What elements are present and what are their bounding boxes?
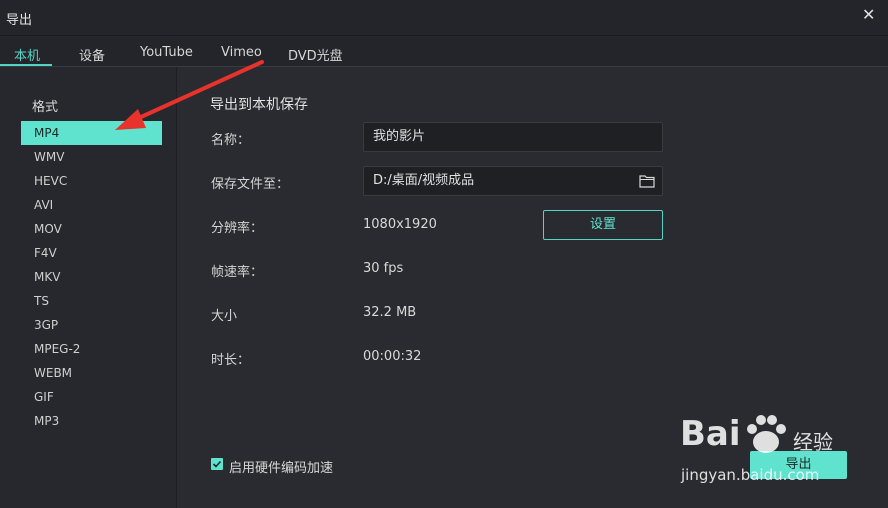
duration-value: 00:00:32 — [363, 349, 422, 364]
format-item-mp4[interactable]: MP4 — [21, 121, 162, 145]
format-item-gif[interactable]: GIF — [21, 385, 162, 409]
format-item-mkv[interactable]: MKV — [21, 265, 162, 289]
size-value: 32.2 MB — [363, 305, 417, 320]
format-item-wmv[interactable]: WMV — [21, 145, 162, 169]
settings-button[interactable]: 设置 — [543, 210, 663, 240]
export-button[interactable]: 导出 — [750, 451, 847, 479]
save-path-input[interactable]: D:/桌面/视频成品 — [363, 166, 663, 196]
format-item-mpeg2[interactable]: MPEG-2 — [21, 337, 162, 361]
duration-label: 时长： — [211, 353, 251, 368]
window-title: 导出 — [6, 13, 33, 28]
active-tab-indicator — [0, 64, 52, 66]
name-input[interactable]: 我的影片 — [363, 122, 663, 152]
format-item-f4v[interactable]: F4V — [21, 241, 162, 265]
tab-vimeo[interactable]: Vimeo — [221, 45, 262, 60]
name-label: 名称： — [211, 133, 251, 148]
format-item-avi[interactable]: AVI — [21, 193, 162, 217]
tab-device[interactable]: 设备 — [79, 45, 105, 64]
save-path-value: D:/桌面/视频成品 — [373, 173, 475, 188]
tab-youtube[interactable]: YouTube — [140, 45, 193, 60]
size-label: 大小 — [211, 309, 238, 324]
close-icon[interactable]: ✕ — [862, 7, 876, 23]
resolution-value: 1080x1920 — [363, 217, 437, 232]
tab-dvd[interactable]: DVD光盘 — [288, 45, 343, 64]
checkbox-checked-icon[interactable] — [211, 458, 223, 470]
resolution-label: 分辨率： — [211, 221, 264, 236]
format-item-3gp[interactable]: 3GP — [21, 313, 162, 337]
format-item-webm[interactable]: WEBM — [21, 361, 162, 385]
format-item-mov[interactable]: MOV — [21, 217, 162, 241]
format-item-mp3[interactable]: MP3 — [21, 409, 162, 433]
format-sidebar: 格式 MP4 WMV HEVC AVI MOV F4V MKV TS 3GP M… — [0, 67, 177, 508]
section-title: 导出到本机保存 — [210, 97, 308, 113]
framerate-value: 30 fps — [363, 261, 404, 276]
hw-accel-label: 启用硬件编码加速 — [229, 461, 334, 476]
format-list: MP4 WMV HEVC AVI MOV F4V MKV TS 3GP MPEG… — [21, 121, 162, 433]
export-settings-panel: 导出到本机保存 名称： 我的影片 保存文件至： D:/桌面/视频成品 分辨率： … — [178, 67, 888, 508]
save-to-label: 保存文件至： — [211, 177, 290, 192]
folder-icon[interactable] — [639, 174, 655, 188]
tab-local[interactable]: 本机 — [14, 45, 40, 64]
tab-bar: 本机 设备 YouTube Vimeo DVD光盘 — [0, 36, 888, 67]
format-item-ts[interactable]: TS — [21, 289, 162, 313]
framerate-label: 帧速率： — [211, 265, 264, 280]
format-item-hevc[interactable]: HEVC — [21, 169, 162, 193]
format-heading: 格式 — [32, 100, 59, 115]
title-bar: 导出 ✕ — [0, 0, 888, 36]
